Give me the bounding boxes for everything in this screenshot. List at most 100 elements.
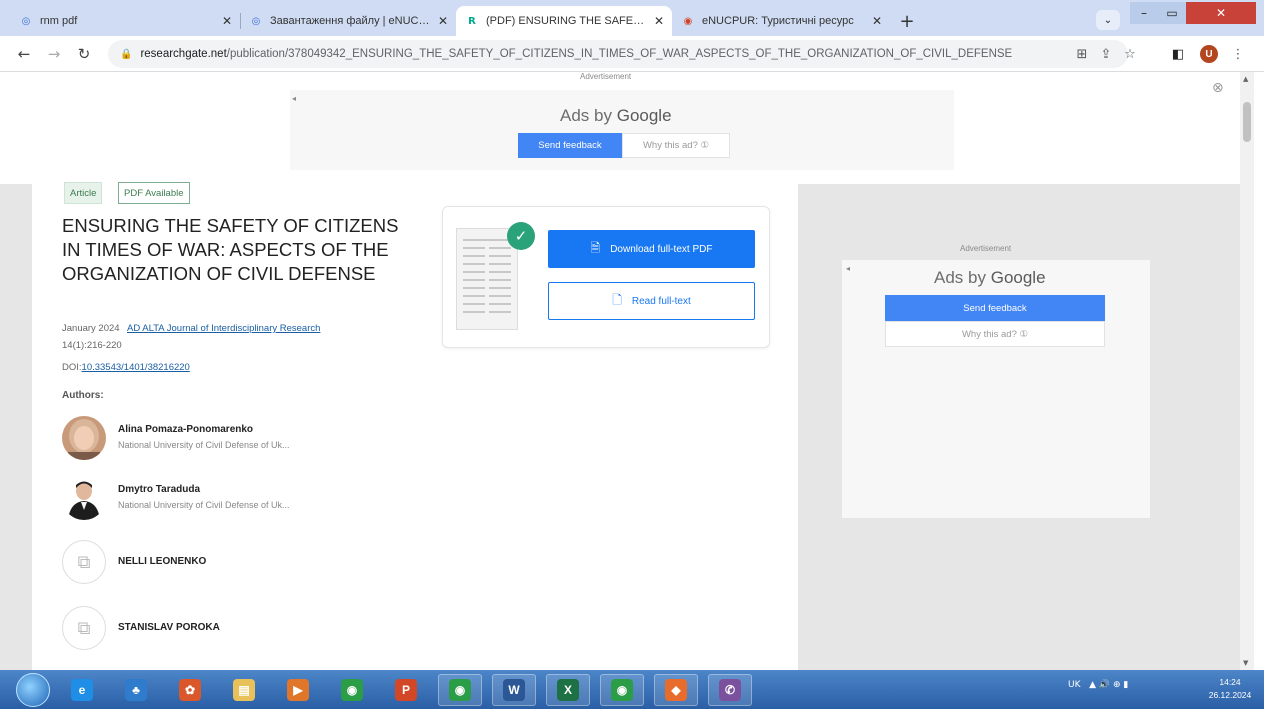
journal-link[interactable]: AD ALTA Journal of Interdisciplinary Res… bbox=[127, 323, 320, 334]
explorer-icon: ▤ bbox=[233, 679, 255, 701]
doi-line: DOI:10.33543/1401/38216220 bbox=[62, 362, 190, 373]
tab-close-icon[interactable]: ✕ bbox=[872, 14, 882, 28]
forward-arrow-icon[interactable]: → bbox=[44, 44, 64, 64]
author-name[interactable]: Dmytro Taraduda bbox=[118, 484, 200, 495]
author-avatar[interactable] bbox=[62, 416, 106, 460]
tab-close-icon[interactable]: ✕ bbox=[654, 14, 664, 28]
send-feedback-button[interactable]: Send feedback bbox=[885, 295, 1105, 321]
taskbar-app-word[interactable]: W bbox=[492, 674, 536, 706]
publication-title: ENSURING THE SAFETY OF CITIZENS IN TIMES… bbox=[62, 215, 399, 284]
profile-avatar[interactable]: U bbox=[1200, 45, 1218, 63]
download-fulltext-button[interactable]: 🗎 Download full-text PDF bbox=[548, 230, 755, 268]
why-this-ad-button[interactable]: Why this ad? ① bbox=[885, 321, 1105, 347]
page-viewport: Advertisement ◂ Ads by Google Send feedb… bbox=[0, 72, 1240, 670]
language-indicator[interactable]: UK bbox=[1068, 680, 1081, 690]
maximize-button[interactable]: ▭ bbox=[1158, 2, 1186, 24]
menu-kebab-icon[interactable]: ⋮ bbox=[1228, 44, 1248, 64]
publication-date-journal: January 2024 AD ALTA Journal of Interdis… bbox=[62, 323, 320, 334]
close-ad-icon[interactable]: ⊗ bbox=[1212, 80, 1224, 96]
author-placeholder-icon[interactable]: ⧉ bbox=[62, 606, 106, 650]
taskbar-app-viber[interactable]: ✆ bbox=[708, 674, 752, 706]
researchgate-favicon-icon: R bbox=[468, 15, 476, 27]
clock[interactable]: 14:24 26.12.2024 bbox=[1204, 676, 1256, 702]
read-fulltext-button[interactable]: 🗋 Read full-text bbox=[548, 282, 755, 320]
reload-icon[interactable]: ↻ bbox=[74, 44, 94, 64]
doi-link[interactable]: 10.33543/1401/38216220 bbox=[82, 362, 190, 373]
publication-date: January 2024 bbox=[62, 323, 120, 334]
sidepanel-icon[interactable]: ◧ bbox=[1168, 44, 1188, 64]
taskbar-app-ie[interactable]: e bbox=[60, 674, 104, 706]
start-button[interactable] bbox=[16, 673, 50, 707]
send-feedback-button[interactable]: Send feedback bbox=[518, 133, 622, 158]
document-icon: 🗋 bbox=[612, 292, 622, 307]
paint-icon: ✿ bbox=[179, 679, 201, 701]
powerpoint-icon: P bbox=[395, 679, 417, 701]
taskbar-app-network[interactable]: ♣ bbox=[114, 674, 158, 706]
taskbar-app-powerpoint[interactable]: P bbox=[384, 674, 428, 706]
adchoices-icon[interactable]: ◂ bbox=[292, 94, 296, 103]
author-placeholder-icon[interactable]: ⧉ bbox=[62, 540, 106, 584]
tab-favicon-icon: ◎ bbox=[251, 15, 261, 27]
volume-pages: 14(1):216-220 bbox=[62, 340, 122, 351]
media-icon: ▶ bbox=[287, 679, 309, 701]
author-item[interactable]: Dmytro Taraduda National University of C… bbox=[62, 476, 382, 524]
tab-active-researchgate[interactable]: R (PDF) ENSURING THE SAFETY O ✕ bbox=[456, 6, 672, 36]
taskbar-app-chrome-2[interactable]: ◉ bbox=[438, 674, 482, 706]
taskbar-app-media[interactable]: ▶ bbox=[276, 674, 320, 706]
tab-close-icon[interactable]: ✕ bbox=[438, 14, 448, 28]
vertical-scrollbar[interactable]: ▲ ▼ bbox=[1240, 72, 1254, 670]
authors-label: Authors: bbox=[62, 390, 104, 401]
tab-label: (PDF) ENSURING THE SAFETY O bbox=[486, 15, 648, 27]
tab-upload-file[interactable]: ◎ Завантаження файлу | eNUCPU ✕ bbox=[240, 6, 456, 36]
article-type-badge: Article bbox=[64, 182, 103, 204]
tab-rnm-pdf[interactable]: ◎ rnm pdf ✕ bbox=[10, 6, 240, 36]
scroll-down-icon[interactable]: ▼ bbox=[1243, 659, 1248, 667]
share-icon[interactable]: ⇪ bbox=[1096, 44, 1116, 64]
why-this-ad-button[interactable]: Why this ad? ① bbox=[622, 133, 730, 158]
ads-by-google: Ads by Google bbox=[560, 106, 672, 125]
adchoices-icon[interactable]: ◂ bbox=[846, 264, 850, 273]
ads-by-google: Ads by Google bbox=[934, 268, 1046, 287]
viber-icon: ✆ bbox=[719, 679, 741, 701]
tab-search-icon[interactable]: ⌄ bbox=[1096, 10, 1120, 30]
scroll-thumb[interactable] bbox=[1243, 102, 1251, 142]
windows-taskbar: e ♣ ✿ ▤ ▶ ◉ P ◉ W X ◉ ◆ ✆ UK ▲ 🔊 ⊕ ▮ 14:24 26.12.202… bbox=[0, 670, 1264, 709]
female-portrait-icon bbox=[62, 416, 106, 460]
taskbar-app-app-orange[interactable]: ◆ bbox=[654, 674, 698, 706]
tab-label: Завантаження файлу | eNUCPU bbox=[270, 15, 432, 27]
address-bar[interactable]: 🔒 researchgate.net /publication/37804934… bbox=[108, 40, 1128, 68]
author-item[interactable]: Alina Pomaza-Ponomarenko National Univer… bbox=[62, 416, 382, 464]
read-label: Read full-text bbox=[631, 295, 691, 307]
minimize-button[interactable]: – bbox=[1130, 2, 1158, 24]
author-item[interactable]: ⧉ NELLI LEONENKO bbox=[62, 540, 382, 588]
new-tab-button[interactable]: + bbox=[896, 10, 918, 32]
author-affiliation: National University of Civil Defense of … bbox=[118, 440, 290, 450]
author-avatar[interactable] bbox=[62, 476, 106, 520]
url-host: researchgate.net bbox=[140, 48, 227, 60]
author-name[interactable]: Alina Pomaza-Ponomarenko bbox=[118, 424, 253, 435]
taskbar-app-paint[interactable]: ✿ bbox=[168, 674, 212, 706]
system-tray[interactable]: UK ▲ 🔊 ⊕ ▮ bbox=[1068, 680, 1128, 690]
side-ad-label: Advertisement bbox=[960, 244, 1012, 253]
male-portrait-icon bbox=[62, 476, 106, 520]
back-arrow-icon[interactable]: ← bbox=[14, 44, 34, 64]
tab-favicon-icon: ◉ bbox=[683, 15, 693, 27]
tab-enucpur[interactable]: ◉ eNUCPUR: Туристичні ресурс ✕ bbox=[672, 6, 890, 36]
taskbar-app-chrome[interactable]: ◉ bbox=[330, 674, 374, 706]
author-name[interactable]: STANISLAV POROKA bbox=[118, 622, 220, 633]
checkmark-icon: ✓ bbox=[507, 222, 535, 250]
taskbar-app-chrome-3[interactable]: ◉ bbox=[600, 674, 644, 706]
close-window-button[interactable]: ✕ bbox=[1186, 2, 1256, 24]
author-item[interactable]: ⧉ STANISLAV POROKA bbox=[62, 606, 382, 654]
tab-close-icon[interactable]: ✕ bbox=[222, 14, 232, 28]
taskbar-app-explorer[interactable]: ▤ bbox=[222, 674, 266, 706]
author-name[interactable]: NELLI LEONENKO bbox=[118, 556, 206, 567]
app-orange-icon: ◆ bbox=[665, 679, 687, 701]
translate-icon[interactable]: ⊞ bbox=[1072, 44, 1092, 64]
tab-label: eNUCPUR: Туристичні ресурс bbox=[702, 15, 854, 27]
taskbar-app-excel[interactable]: X bbox=[546, 674, 590, 706]
url-path: /publication/378049342_ENSURING_THE_SAFE… bbox=[226, 48, 1013, 60]
bookmark-star-icon[interactable]: ☆ bbox=[1120, 44, 1140, 64]
tray-icons[interactable]: ▲ 🔊 ⊕ ▮ bbox=[1089, 680, 1128, 690]
scroll-up-icon[interactable]: ▲ bbox=[1243, 75, 1248, 83]
